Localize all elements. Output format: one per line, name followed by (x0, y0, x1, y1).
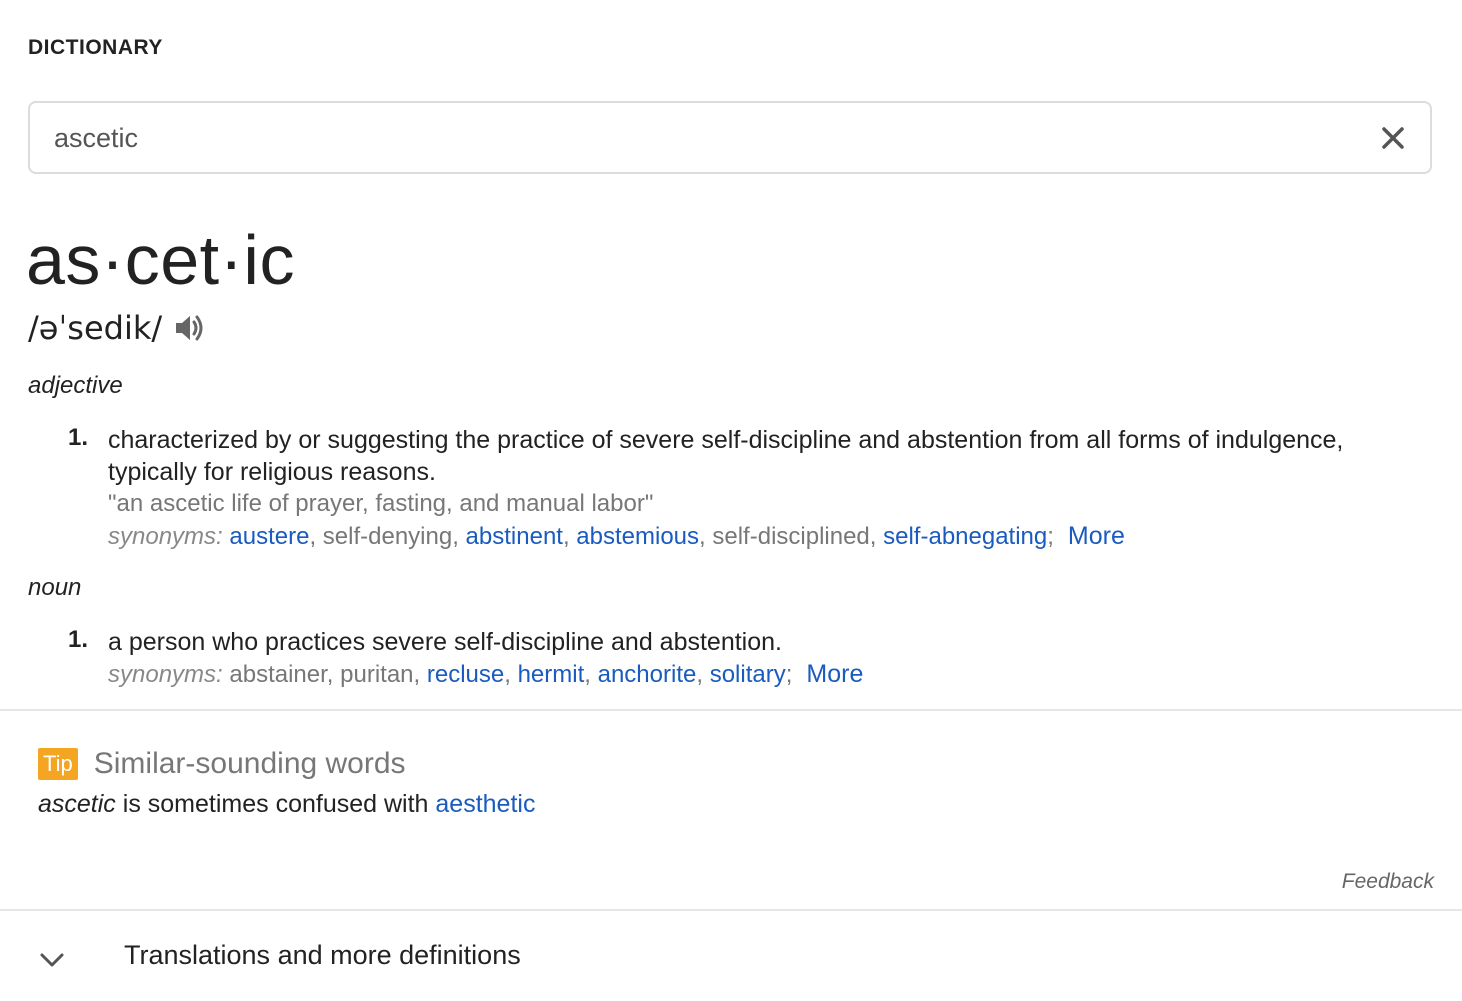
synonym[interactable]: abstemious (576, 523, 699, 550)
synonym: self-denying (322, 523, 453, 550)
synonym[interactable]: self-abnegating (883, 523, 1047, 550)
synonym: abstainer (229, 661, 327, 688)
divider (0, 909, 1462, 911)
synonyms-line: synonyms: abstainer, puritan, recluse, h… (108, 658, 1408, 691)
synonym: puritan (340, 661, 414, 688)
synonym: self-disciplined (712, 523, 870, 550)
definition-text: a person who practices severe self-disci… (108, 628, 782, 656)
pronunciation: /əˈsedik/ (28, 309, 163, 347)
more-synonyms-link[interactable]: More (1068, 522, 1125, 550)
synonyms-label: synonyms: (108, 523, 230, 550)
usage-example: "an ascetic life of prayer, fasting, and… (108, 490, 654, 517)
divider (0, 709, 1462, 711)
synonym-separator: , (504, 661, 518, 688)
confused-word: ascetic (38, 790, 116, 818)
definition-text: characterized by or suggesting the pract… (108, 426, 1344, 486)
synonym[interactable]: recluse (427, 661, 504, 688)
part-of-speech-adjective: adjective (28, 372, 123, 399)
synonyms-line: synonyms: austere, self-denying, abstine… (108, 520, 1408, 553)
synonym-separator: , (413, 661, 427, 688)
tip-heading: Similar-sounding words (93, 747, 406, 780)
part-of-speech-noun: noun (28, 574, 82, 601)
feedback-link[interactable]: Feedback (1342, 870, 1434, 894)
synonym-separator: ; (785, 661, 793, 688)
synonym-separator: , (562, 523, 577, 550)
close-icon[interactable] (1378, 123, 1408, 153)
synonym[interactable]: abstinent (466, 523, 563, 550)
synonym[interactable]: solitary (710, 661, 786, 688)
definition-number: 1. (68, 626, 89, 653)
more-synonyms-link[interactable]: More (806, 660, 863, 688)
synonyms-label: synonyms: (108, 661, 230, 688)
definition-content: characterized by or suggesting the pract… (108, 424, 1408, 553)
synonym-separator: , (869, 523, 884, 550)
synonym[interactable]: austere (229, 523, 309, 550)
expander-label: Translations and more definitions (124, 940, 521, 970)
synonym[interactable]: hermit (518, 661, 585, 688)
search-box (28, 101, 1432, 174)
confused-link[interactable]: aesthetic (435, 790, 535, 818)
synonym-separator: , (699, 523, 713, 550)
pronunciation-row: /əˈsedik/ (28, 306, 206, 350)
definition-number: 1. (68, 424, 89, 451)
translations-expander[interactable]: Translations and more definitions (0, 912, 1462, 1001)
synonym-separator: , (326, 661, 341, 688)
synonym-separator: , (309, 523, 323, 550)
tip-row: Tip Similar-sounding words (38, 744, 406, 784)
synonym-separator: , (696, 661, 710, 688)
synonym-separator: ; (1047, 523, 1054, 550)
chevron-down-icon (40, 953, 64, 967)
confused-note: ascetic is sometimes confused with aesth… (38, 790, 535, 819)
synonym[interactable]: anchorite (598, 661, 697, 688)
section-title: DICTIONARY (28, 36, 163, 59)
headword: as·cet·ic (26, 221, 295, 299)
speaker-icon[interactable] (172, 311, 206, 345)
synonym-separator: , (584, 661, 598, 688)
tip-badge: Tip (38, 748, 78, 780)
synonym-separator: , (452, 523, 466, 550)
definition-content: a person who practices severe self-disci… (108, 626, 1408, 691)
search-input[interactable] (54, 117, 1334, 159)
confused-text: is sometimes confused with (115, 790, 436, 818)
